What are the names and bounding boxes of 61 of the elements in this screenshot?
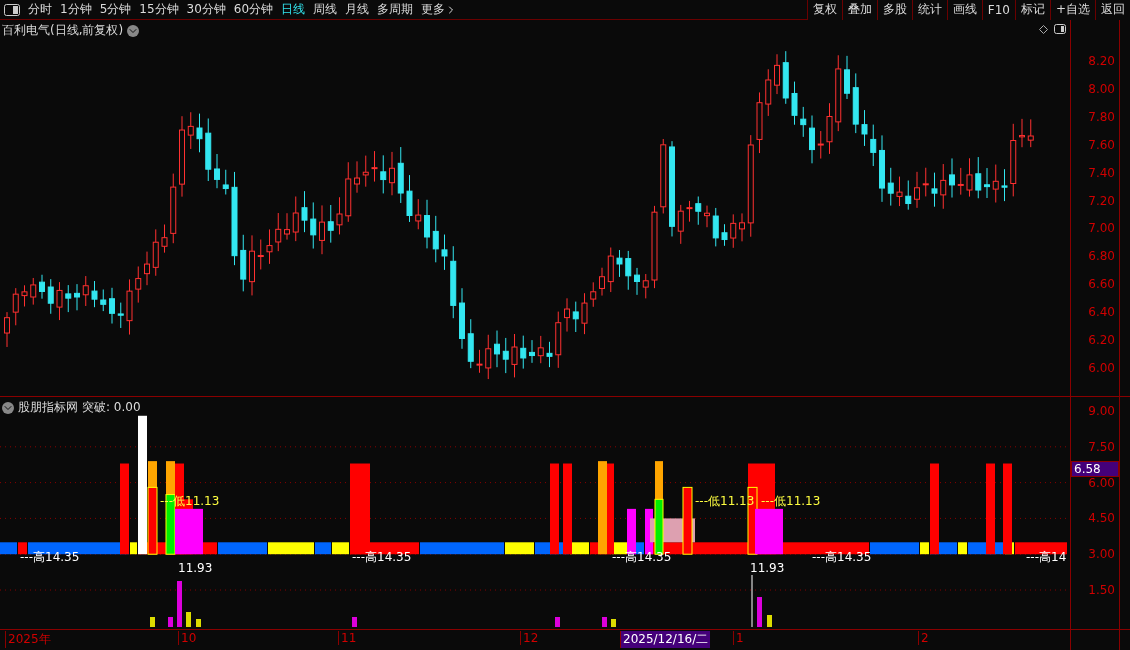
indicator-tick: 4.50 (1088, 511, 1115, 526)
indicator-reading: 突破: 0.00 (82, 399, 141, 416)
price-tick: 7.20 (1088, 193, 1115, 208)
date-label: 10 (178, 631, 199, 645)
price-tick: 6.20 (1088, 333, 1115, 347)
panel-toggle-icon[interactable] (4, 3, 20, 16)
toolbar-button[interactable]: 复权 (806, 0, 842, 20)
toolbar-button[interactable]: F10 (981, 0, 1015, 20)
date-label: 2025/12/16/二 (620, 631, 711, 648)
indicator-label: ---高14.35 (812, 549, 872, 566)
current-value-tag: 6.58 (1071, 460, 1119, 477)
period-tab[interactable]: 多周期 (373, 1, 418, 18)
price-tick: 6.60 (1088, 277, 1115, 292)
indicator-label: ---高14 (1026, 549, 1067, 566)
date-label: 2 (918, 631, 931, 645)
period-tab[interactable]: 月线 (341, 1, 374, 18)
indicator-label: ---高14.35 (612, 549, 672, 566)
date-label: 12 (520, 631, 541, 645)
indicator-tick: 1.50 (1088, 583, 1115, 597)
toolbar-button[interactable]: +自选 (1049, 0, 1095, 20)
indicator-tick: 9.00 (1088, 404, 1115, 418)
price-tick: 7.00 (1088, 221, 1115, 236)
price-tick: 6.80 (1088, 249, 1115, 264)
chevron-down-icon[interactable] (2, 401, 14, 414)
indicator-tick: 3.00 (1088, 547, 1115, 562)
period-tab[interactable]: 日线 (277, 1, 310, 18)
chevron-down-icon[interactable] (127, 24, 140, 37)
period-tab[interactable]: 1分钟 (56, 1, 96, 18)
toolbar-button[interactable]: 多股 (876, 0, 912, 20)
diamond-icon[interactable] (1039, 24, 1048, 34)
indicator-tick: 7.50 (1088, 439, 1115, 454)
indicator-label: ---高14.35 (352, 549, 412, 566)
toolbar-button[interactable]: 标记 (1014, 0, 1050, 20)
period-tab[interactable]: 30分钟 (182, 1, 230, 18)
price-tick: 7.60 (1088, 137, 1115, 152)
toolbar-button[interactable]: 统计 (911, 0, 947, 20)
price-tick: 6.40 (1088, 305, 1115, 320)
price-tick: 8.20 (1088, 54, 1115, 68)
price-tick: 7.40 (1088, 165, 1115, 180)
date-label: 1 (733, 631, 746, 645)
toolbar-button[interactable]: 返回 (1095, 0, 1130, 20)
indicator-label: 11.93 (750, 561, 785, 575)
indicator-label: ---高14.35 (20, 549, 80, 566)
date-label: 2025年 (5, 631, 53, 648)
period-tab[interactable]: 15分钟 (135, 1, 183, 18)
price-tick: 6.00 (1088, 360, 1115, 375)
chart-title: 百利电气(日线,前复权) (2, 22, 124, 39)
toolbar-button[interactable]: 画线 (946, 0, 982, 20)
price-tick: 7.80 (1088, 109, 1115, 124)
toolbar-button[interactable]: 叠加 (841, 0, 877, 20)
indicator-title: 股朋指标网 (18, 399, 78, 416)
indicator-label: 11.93 (178, 561, 213, 575)
period-tab[interactable]: 周线 (309, 1, 342, 18)
period-tab[interactable]: 60分钟 (229, 1, 278, 18)
more-menu[interactable]: 更多 (417, 1, 462, 18)
panel-toggle-icon[interactable] (1054, 24, 1066, 34)
price-tick: 8.00 (1088, 81, 1115, 96)
date-label: 11 (338, 631, 359, 645)
period-tab[interactable]: 分时 (24, 1, 56, 18)
period-tab[interactable]: 5分钟 (95, 1, 136, 18)
indicator-tick: 6.00 (1088, 475, 1115, 490)
